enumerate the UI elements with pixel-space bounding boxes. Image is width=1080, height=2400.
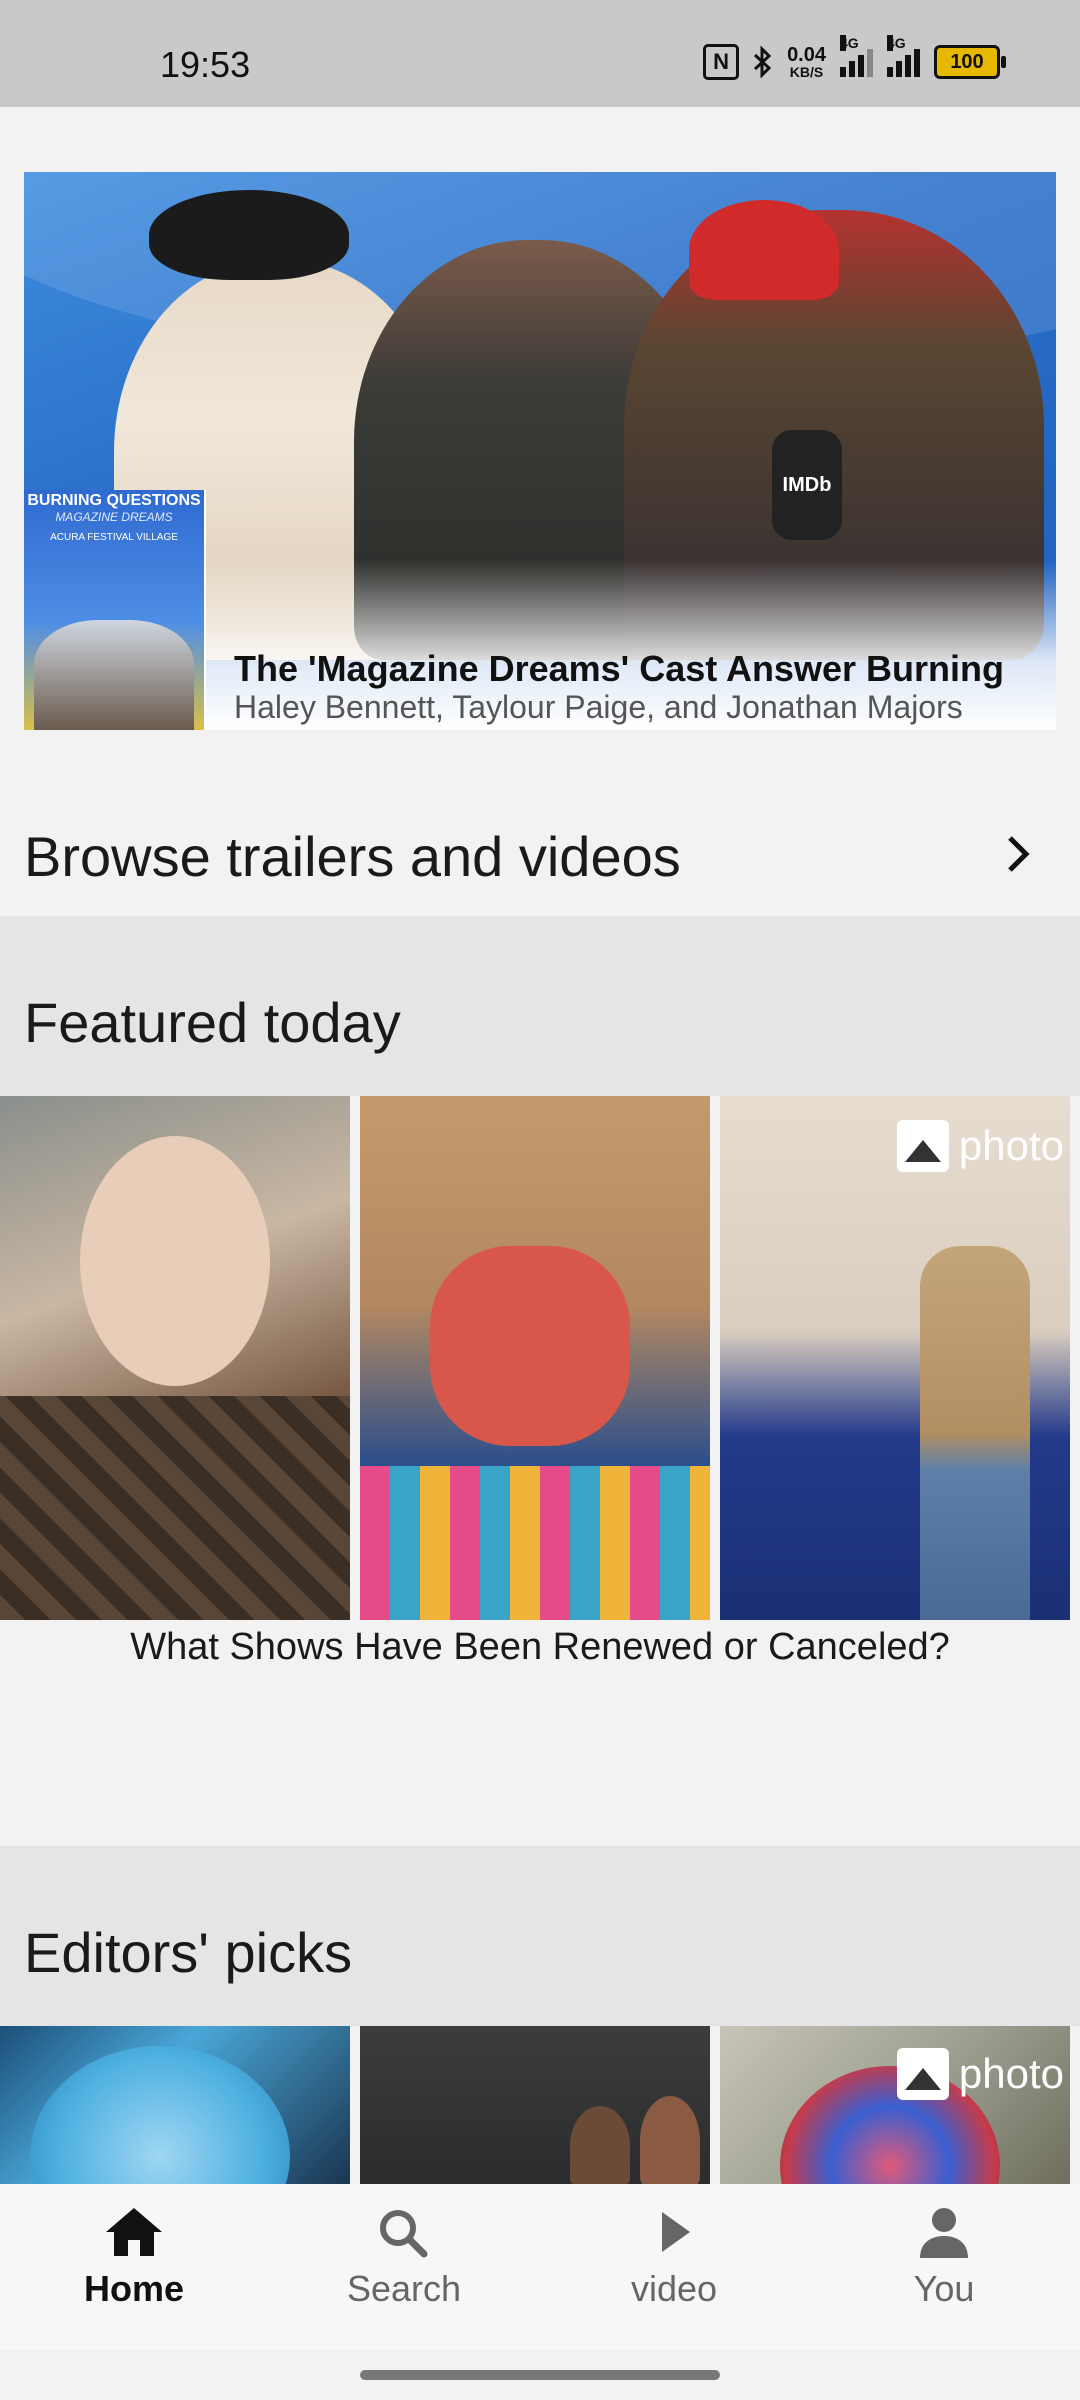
nav-home[interactable]: Home xyxy=(34,2204,234,2310)
bluetooth-icon xyxy=(754,46,772,78)
signal-icon: 4G xyxy=(840,35,873,77)
signal-label: 4G xyxy=(887,35,906,51)
editors-tile-3[interactable]: photo xyxy=(720,2026,1070,2184)
photo-badge-label: photo xyxy=(958,1122,1064,1169)
home-icon xyxy=(106,2208,162,2256)
signal-label: 4G xyxy=(840,35,859,51)
hero-title[interactable]: The 'Magazine Dreams' Cast Answer Burnin… xyxy=(234,648,1004,690)
hero-subtitle: Haley Bennett, Taylour Paige, and Jonath… xyxy=(234,689,963,725)
editors-tile-1[interactable] xyxy=(0,2026,350,2184)
featured-tile-2-blanket xyxy=(360,1466,710,1620)
bottom-navigation: Home Search video You xyxy=(0,2184,1080,2350)
browse-trailers-row[interactable]: Browse trailers and videos xyxy=(0,790,1080,916)
featured-caption[interactable]: What Shows Have Been Renewed or Canceled… xyxy=(0,1626,1080,1669)
featured-today-title: Featured today xyxy=(24,991,401,1054)
featured-tile-1-coat xyxy=(0,1396,350,1620)
photo-badge: photo xyxy=(896,1120,1064,1172)
network-speed-unit: KB/S xyxy=(789,64,824,80)
nfc-icon: N xyxy=(703,44,740,80)
network-speed-value: 0.04 xyxy=(787,44,826,66)
imdb-microphone: IMDb xyxy=(772,430,842,540)
editors-picks-title: Editors' picks xyxy=(24,1921,353,1984)
nav-video[interactable]: video xyxy=(574,2204,774,2310)
photo-badge: photo xyxy=(896,2048,1064,2100)
status-icons: N 0.04 KB/S 4G 4G 100 xyxy=(703,35,1006,80)
poster-festival: ACURA FESTIVAL VILLAGE xyxy=(50,532,178,543)
play-icon xyxy=(662,2212,690,2252)
battery-level: 100 xyxy=(950,50,984,73)
search-icon xyxy=(380,2210,428,2258)
editors-tile-2-person xyxy=(640,2096,700,2184)
hero-video-card[interactable]: IMDb BURNING QUESTIONS MAGAZINE DREAMS A… xyxy=(24,172,1056,730)
hero-hat xyxy=(149,190,349,280)
photo-badge-label: photo xyxy=(958,2050,1064,2097)
battery-icon: 100 xyxy=(934,45,1006,79)
status-time: 19:53 xyxy=(160,44,251,85)
network-speed: 0.04 KB/S xyxy=(787,45,826,79)
featured-tile-3[interactable]: photo xyxy=(720,1096,1070,1620)
featured-tile-2-person xyxy=(430,1246,630,1446)
chevron-right-icon xyxy=(1008,836,1030,872)
hero-beanie xyxy=(689,200,839,300)
featured-tile-2[interactable] xyxy=(360,1096,710,1620)
featured-today-header: Featured today xyxy=(0,916,1080,1096)
poster-subtitle: MAGAZINE DREAMS xyxy=(55,510,173,524)
nav-search-label: Search xyxy=(346,2268,462,2309)
browse-trailers-label: Browse trailers and videos xyxy=(24,825,681,888)
signal-icon: 4G xyxy=(887,35,920,77)
nav-video-label: video xyxy=(630,2268,718,2309)
featured-tile-1[interactable] xyxy=(0,1096,350,1620)
editors-tile-2-person xyxy=(570,2106,630,2184)
nav-you-label: You xyxy=(913,2268,975,2309)
image-icon xyxy=(896,2048,949,2100)
status-bar: 19:53 N 0.04 KB/S 4G 4G 100 xyxy=(0,0,1080,107)
poster-image xyxy=(34,620,194,730)
gesture-home-bar[interactable] xyxy=(360,2370,720,2380)
featured-tile-1-face xyxy=(80,1136,270,1386)
nav-you[interactable]: You xyxy=(844,2204,1044,2310)
nav-search[interactable]: Search xyxy=(304,2204,504,2310)
nav-home-label: Home xyxy=(83,2268,185,2309)
hero-poster-thumbnail[interactable]: BURNING QUESTIONS MAGAZINE DREAMS ACURA … xyxy=(24,490,206,730)
editors-tile-2[interactable] xyxy=(360,2026,710,2184)
poster-title: BURNING QUESTIONS xyxy=(27,492,201,509)
image-icon xyxy=(896,1120,949,1172)
editors-picks-header: Editors' picks xyxy=(0,1846,1080,2026)
featured-tile-3-person xyxy=(920,1246,1030,1620)
editors-tile-1-head xyxy=(30,2046,290,2184)
person-icon xyxy=(920,2208,968,2258)
